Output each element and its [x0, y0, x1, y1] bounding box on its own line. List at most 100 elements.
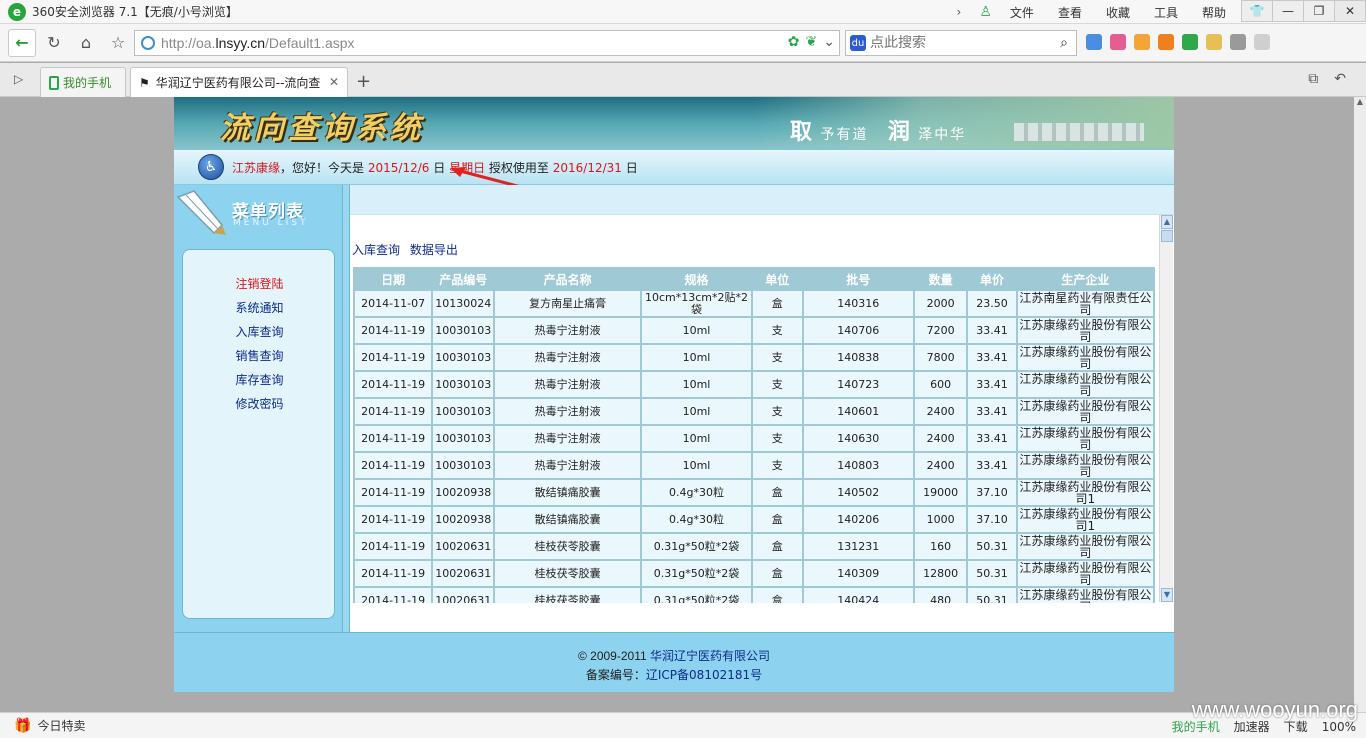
tab-list-icon[interactable]: ⧉: [1308, 71, 1318, 87]
main-content: 入库查询 数据导出 日期 产品编号 产品名称 规格 单位 批号 数量 单价 生产企业 2014-…: [350, 185, 1174, 632]
table-cell: 桂枝茯苓胶囊: [495, 561, 641, 586]
more-menu-icon[interactable]: [1254, 34, 1270, 50]
calendar-icon[interactable]: [1134, 34, 1150, 50]
flight-icon[interactable]: [1158, 34, 1174, 50]
copyright: © 2009-2011 华润辽宁医药有限公司: [577, 649, 771, 663]
table-cell: 10130024: [433, 291, 494, 316]
table-row: 2014-11-19 10020938 散结镇痛胶囊 0.4g*30粒盒 140206 1…: [355, 507, 1153, 532]
close-button[interactable]: ✕: [1334, 0, 1366, 22]
footer-company-link[interactable]: 华润辽宁医药有限公司: [650, 649, 770, 663]
undo-close-icon[interactable]: ↶: [1334, 71, 1346, 87]
system-title: 流向查询系统: [220, 111, 424, 146]
chevron-right-icon[interactable]: ›: [947, 5, 972, 19]
menu-item-stock-query[interactable]: 库存查询: [183, 368, 336, 392]
table-cell: 140706: [803, 318, 913, 343]
table-cell: 600: [914, 372, 967, 397]
table-cell: 盒: [752, 480, 802, 505]
search-box[interactable]: du ⌕: [845, 30, 1077, 56]
baidu-paw-icon[interactable]: du: [850, 35, 866, 51]
screenshot-icon[interactable]: [1230, 34, 1246, 50]
app-grid-icon[interactable]: [1086, 34, 1102, 50]
table-cell: 37.10: [968, 480, 1016, 505]
table-cell: 140838: [803, 345, 913, 370]
menu-subtitle: MENU LIST: [233, 218, 309, 228]
table-cell: 江苏南星药业有限责任公司: [1017, 290, 1153, 317]
back-button[interactable]: ←: [8, 28, 36, 57]
security-shield-icon[interactable]: [1182, 34, 1198, 50]
table-row: 2014-11-19 10030103 热毒宁注射液 10ml 支 140723 600 33…: [355, 372, 1153, 397]
browser-status-bar: 🎁 今日特卖 我的手机 加速器 下载 100%: [0, 712, 1366, 738]
search-icon[interactable]: ⌕: [1060, 35, 1068, 51]
sidebar-toggle-icon[interactable]: ▷: [14, 72, 23, 86]
table-cell: 支: [752, 345, 802, 370]
browser-title-bar: e 360安全浏览器 7.1【无痕/小号浏览】 › ♙ 文件 查看 收藏 工具 …: [0, 0, 1366, 24]
tab-my-phone[interactable]: 我的手机: [40, 67, 126, 97]
table-cell: 支: [752, 318, 802, 343]
table-cell: 江苏康缘药业股份有限公司: [1017, 371, 1153, 398]
table-cell: 热毒宁注射液: [495, 426, 641, 451]
chevron-down-icon[interactable]: ⌄: [823, 34, 835, 50]
refresh-ring-icon[interactable]: ✿: [788, 34, 800, 50]
table-container: 日期 产品编号 产品名称 规格 单位 批号 数量 单价 生产企业 2014-11-07 10130…: [353, 267, 1155, 603]
watermark: www.wooyun.org: [1191, 697, 1358, 722]
menu-view[interactable]: 查看: [1048, 4, 1092, 21]
table-cell: 10ml: [642, 426, 751, 451]
menu-item-notices[interactable]: 系统通知: [183, 296, 336, 320]
column-header: 数量: [914, 269, 967, 289]
browser-window-title: 360安全浏览器 7.1【无痕/小号浏览】: [32, 5, 238, 19]
left-menu-panel: 菜单列表 MENU LIST 注销登陆 系统通知 入库查询 销售查询 库存查询 …: [174, 185, 342, 632]
table-row: 2014-11-19 10030103 热毒宁注射液 10ml 支 140601 2400 3…: [355, 399, 1153, 424]
menu-item-logout[interactable]: 注销登陆: [183, 272, 336, 296]
icp-record-link[interactable]: 辽ICP备08102181号: [646, 668, 762, 682]
table-cell: 140723: [803, 372, 913, 397]
table-scrollbar[interactable]: ▲ ▼: [1159, 215, 1173, 602]
scroll-up-icon[interactable]: ▲: [1161, 215, 1173, 229]
gift-icon[interactable]: 🎁: [14, 718, 31, 734]
user-icon[interactable]: ♙: [975, 4, 996, 20]
username: 江苏康缘: [232, 160, 281, 175]
menu-file[interactable]: 文件: [1000, 4, 1044, 21]
table-cell: 33.41: [968, 426, 1016, 451]
tab-active-page[interactable]: ⚑ 华润辽宁医药有限公司--流向查 ✕: [130, 67, 348, 97]
favorite-star-button[interactable]: ☆: [104, 29, 132, 57]
search-input[interactable]: [870, 35, 1040, 51]
scroll-thumb[interactable]: [1161, 230, 1173, 242]
menu-header: 菜单列表 MENU LIST: [174, 185, 342, 241]
table-cell: 37.10: [968, 507, 1016, 532]
table-cell: 10030103: [433, 372, 494, 397]
link-inbound-query[interactable]: 入库查询: [352, 243, 400, 257]
minimize-button[interactable]: —: [1272, 0, 1304, 22]
menu-item-sales-query[interactable]: 销售查询: [183, 344, 336, 368]
menu-item-inbound-query[interactable]: 入库查询: [183, 320, 336, 344]
table-cell: 10030103: [433, 453, 494, 478]
tab-close-icon[interactable]: ✕: [329, 75, 339, 89]
table-row: 2014-11-19 10030103 热毒宁注射液 10ml 支 140838 7800 3…: [355, 345, 1153, 370]
menu-favorites[interactable]: 收藏: [1096, 4, 1140, 21]
translate-icon[interactable]: [1110, 34, 1126, 50]
table-cell: 33.41: [968, 345, 1016, 370]
tab-bar-tools: ⧉ ↶: [1308, 71, 1346, 87]
table-cell: 140803: [803, 453, 913, 478]
page-scrollbar[interactable]: ▲: [1354, 97, 1366, 712]
url-field[interactable]: http://oa.lnsyy.cn/Default1.aspx ✿ ❦ ⌄: [134, 30, 840, 56]
scroll-down-icon[interactable]: ▼: [1161, 588, 1173, 602]
action-links: 入库查询 数据导出: [352, 241, 464, 258]
home-button[interactable]: ⌂: [72, 29, 100, 57]
mail-icon[interactable]: [1206, 34, 1222, 50]
new-tab-button[interactable]: +: [356, 71, 371, 92]
today-deal-link[interactable]: 今日特卖: [37, 717, 85, 734]
compat-mode-icon[interactable]: ❦: [806, 34, 818, 50]
link-data-export[interactable]: 数据导出: [410, 243, 458, 257]
skin-icon[interactable]: 👕: [1241, 0, 1273, 22]
refresh-button[interactable]: ↻: [40, 29, 68, 57]
menu-tools[interactable]: 工具: [1144, 4, 1188, 21]
menu-item-change-password[interactable]: 修改密码: [183, 392, 336, 416]
menu-help[interactable]: 帮助: [1192, 4, 1236, 21]
table-cell: 盒: [752, 588, 802, 603]
table-cell: 热毒宁注射液: [495, 345, 641, 370]
maximize-button[interactable]: ❐: [1303, 0, 1335, 22]
table-cell: 50.31: [968, 588, 1016, 603]
table-cell: 盒: [752, 291, 802, 316]
table-cell: 480: [914, 588, 967, 603]
table-row: 2014-11-19 10020938 散结镇痛胶囊 0.4g*30粒盒 140502 1…: [355, 480, 1153, 505]
